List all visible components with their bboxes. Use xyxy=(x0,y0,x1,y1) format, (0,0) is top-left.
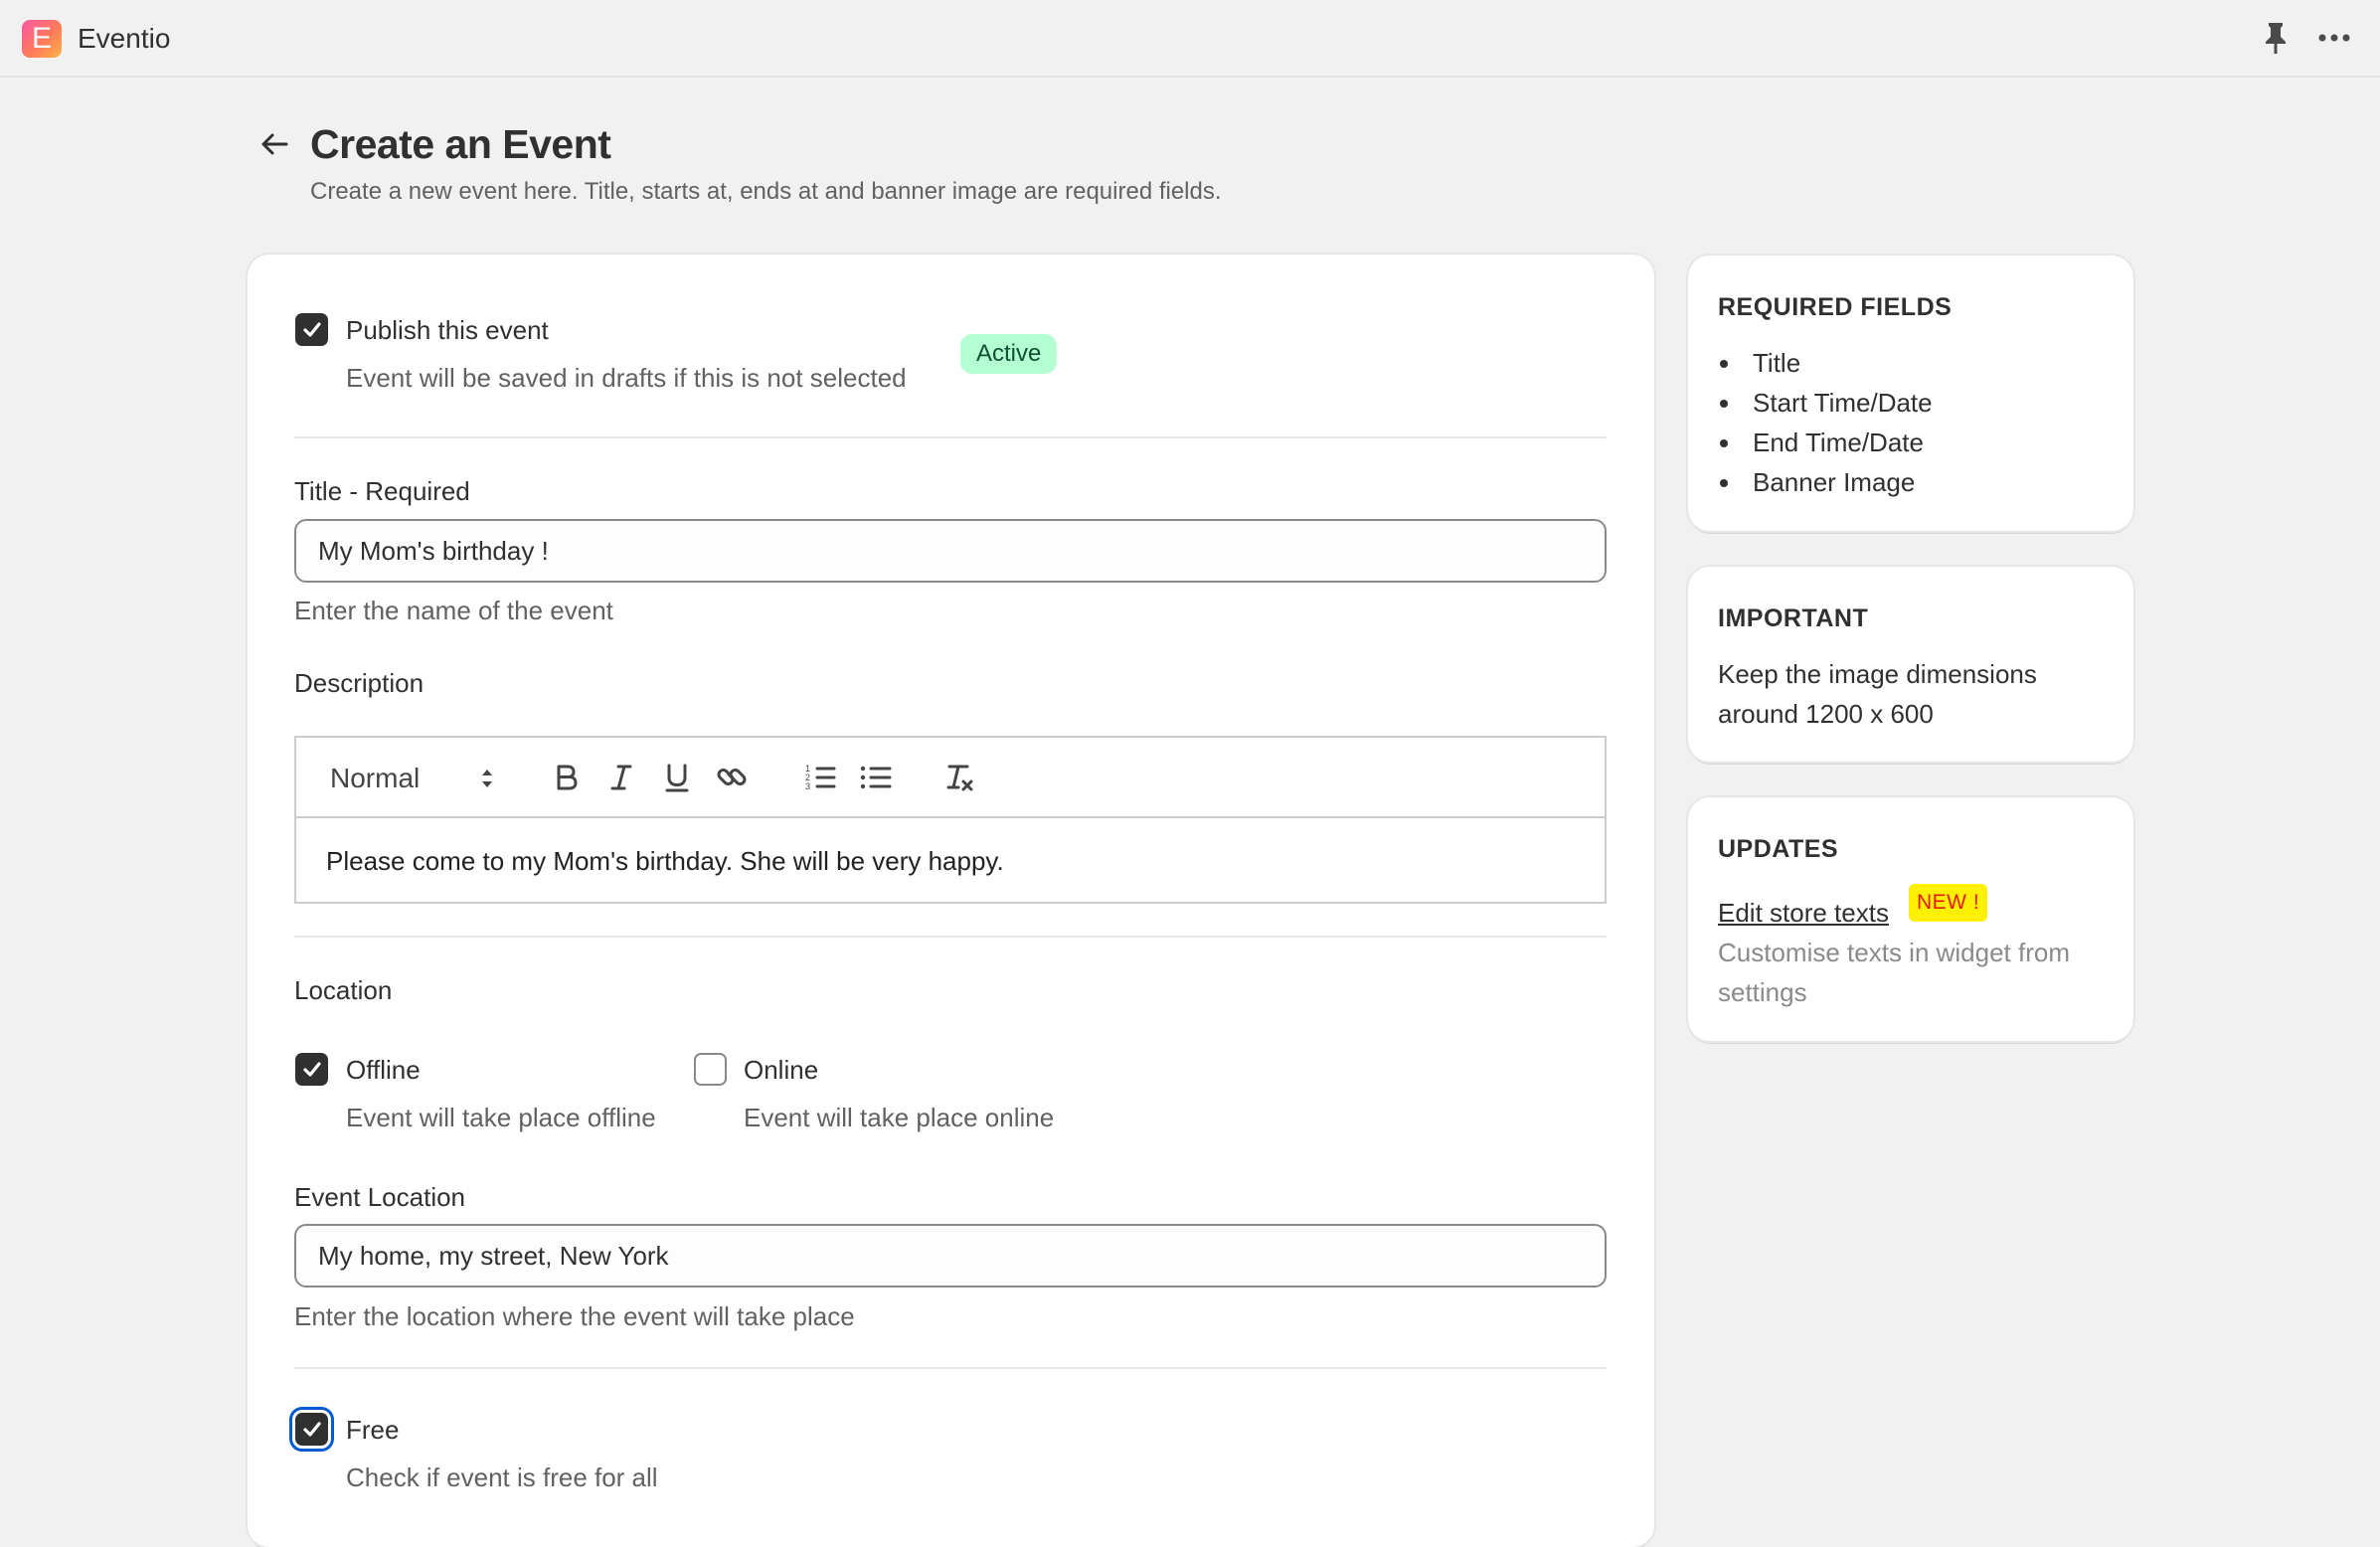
offline-help: Event will take place offline xyxy=(346,1103,656,1132)
offline-label: Offline xyxy=(346,1055,421,1085)
italic-button[interactable] xyxy=(601,758,641,797)
publish-help: Event will be saved in drafts if this is… xyxy=(346,363,907,393)
format-select[interactable]: Normal xyxy=(330,760,497,797)
link-button[interactable] xyxy=(712,758,752,797)
format-select-label: Normal xyxy=(330,763,421,793)
editor-content[interactable]: Please come to my Mom's birthday. She wi… xyxy=(296,820,1605,902)
online-label: Online xyxy=(744,1055,819,1085)
description-label: Description xyxy=(294,668,425,698)
app-title: Eventio xyxy=(78,23,171,54)
list-item: Title xyxy=(1718,343,1933,383)
online-checkbox[interactable] xyxy=(694,1053,727,1086)
edit-store-texts-link[interactable]: Edit store texts xyxy=(1718,893,1889,933)
check-icon xyxy=(303,1422,321,1437)
arrow-left-icon[interactable] xyxy=(256,127,292,161)
publish-checkbox[interactable] xyxy=(295,313,328,346)
free-checkbox[interactable] xyxy=(289,1407,334,1452)
title-input[interactable] xyxy=(294,519,1607,583)
clear-format-icon xyxy=(946,765,973,791)
event-location-input[interactable] xyxy=(294,1224,1607,1288)
divider xyxy=(294,1367,1607,1369)
required-fields-title: REQUIRED FIELDS xyxy=(1718,293,1953,321)
app-logo: E xyxy=(22,20,62,58)
important-title: IMPORTANT xyxy=(1718,604,1869,632)
underline-icon xyxy=(665,764,689,792)
check-icon xyxy=(303,1062,321,1077)
title-label: Title - Required xyxy=(294,476,470,506)
rich-text-editor: Normal 1 2 3 Please come to my Mom's bir… xyxy=(294,736,1607,904)
new-badge: NEW ! xyxy=(1909,884,1988,922)
editor-toolbar: Normal 1 2 3 xyxy=(296,738,1605,818)
important-line-1: Keep the image dimensions xyxy=(1718,659,2037,689)
italic-icon xyxy=(610,765,632,790)
important-card: IMPORTANT Keep the image dimensions arou… xyxy=(1688,567,2133,762)
required-fields-list: Title Start Time/Date End Time/Date Bann… xyxy=(1718,343,1933,502)
publish-label: Publish this event xyxy=(346,315,549,345)
status-badge: Active xyxy=(960,334,1058,374)
check-icon xyxy=(303,322,321,337)
ordered-list-button[interactable]: 1 2 3 xyxy=(800,758,840,797)
more-horizontal-icon[interactable] xyxy=(2316,22,2352,54)
bold-icon xyxy=(557,765,578,790)
divider xyxy=(294,936,1607,938)
title-help: Enter the name of the event xyxy=(294,596,613,625)
free-help: Check if event is free for all xyxy=(346,1462,658,1492)
location-label: Location xyxy=(294,975,393,1005)
bullet-list-button[interactable] xyxy=(856,758,896,797)
bullet-list-icon xyxy=(860,766,892,789)
online-help: Event will take place online xyxy=(744,1103,1055,1132)
required-fields-card: REQUIRED FIELDS Title Start Time/Date En… xyxy=(1688,256,2133,531)
pin-icon[interactable] xyxy=(2261,20,2291,56)
event-location-help: Enter the location where the event will … xyxy=(294,1301,855,1331)
ordered-list-icon: 1 2 3 xyxy=(805,764,836,791)
clear-format-button[interactable] xyxy=(940,758,980,797)
top-bar: E Eventio xyxy=(0,0,2380,78)
sort-arrows-icon xyxy=(482,770,492,787)
updates-card: UPDATES Edit store texts NEW ! Customise… xyxy=(1688,797,2133,1041)
underline-button[interactable] xyxy=(657,758,697,797)
divider xyxy=(294,436,1607,438)
bold-button[interactable] xyxy=(547,758,587,797)
page-title: Create an Event xyxy=(310,121,611,167)
list-item: Banner Image xyxy=(1718,462,1933,502)
free-label: Free xyxy=(346,1415,400,1445)
important-line-2: around 1200 x 600 xyxy=(1718,699,1934,729)
svg-text:3: 3 xyxy=(805,781,810,791)
event-location-label: Event Location xyxy=(294,1182,466,1212)
updates-description: Customise texts in widget from settings xyxy=(1718,938,2071,1007)
offline-checkbox[interactable] xyxy=(295,1053,328,1086)
list-item: Start Time/Date xyxy=(1718,383,1933,423)
updates-title: UPDATES xyxy=(1718,835,1839,863)
link-icon xyxy=(717,769,747,785)
list-item: End Time/Date xyxy=(1718,423,1933,462)
page-subtitle: Create a new event here. Title, starts a… xyxy=(310,178,1222,205)
